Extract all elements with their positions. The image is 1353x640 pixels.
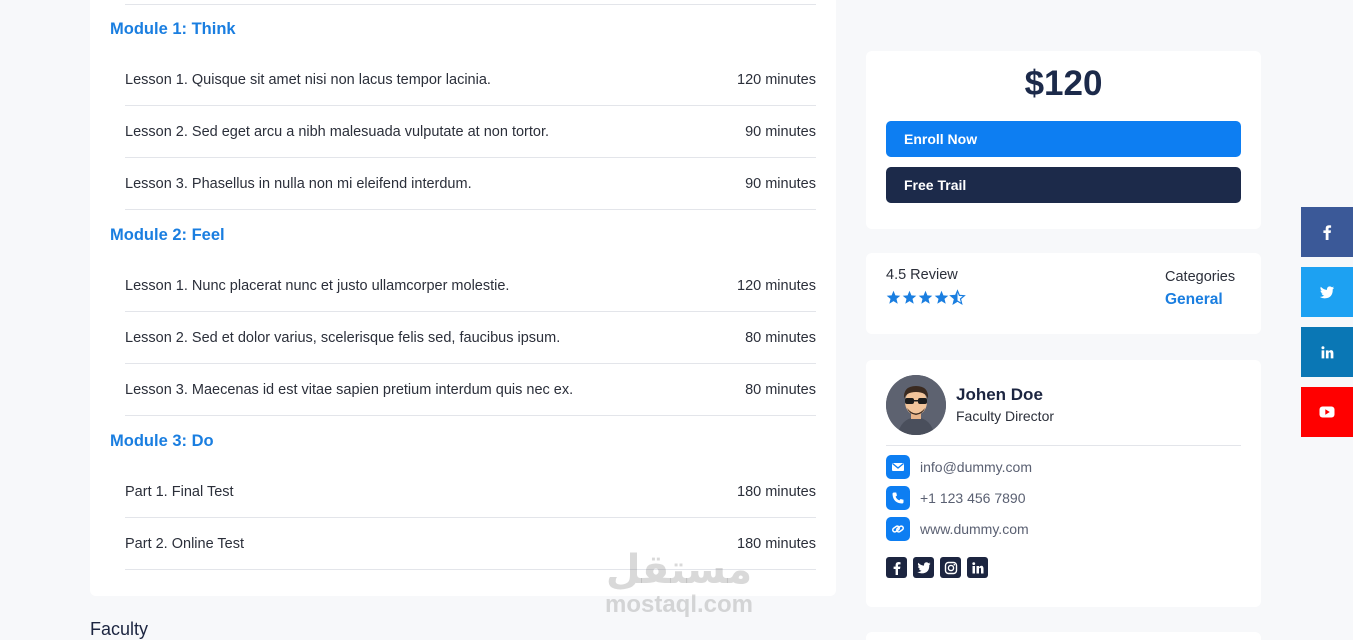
lesson-duration: 90 minutes bbox=[745, 123, 816, 140]
divider bbox=[886, 445, 1241, 446]
categories-label: Categories bbox=[1165, 269, 1236, 285]
lesson-row[interactable]: Lesson 3. Phasellus in nulla non mi elei… bbox=[125, 158, 816, 210]
linkedin-icon bbox=[1320, 345, 1333, 358]
lesson-row[interactable]: Lesson 2. Sed eget arcu a nibh malesuada… bbox=[125, 106, 816, 158]
star-rating bbox=[886, 289, 966, 309]
lesson-label: Lesson 2. Sed eget arcu a nibh malesuada… bbox=[125, 123, 550, 140]
lesson-row[interactable]: Lesson 1. Nunc placerat nunc et justo ul… bbox=[125, 260, 816, 312]
lesson-label: Lesson 3. Phasellus in nulla non mi elei… bbox=[125, 175, 472, 192]
lesson-label: Lesson 1. Quisque sit amet nisi non lacu… bbox=[125, 71, 491, 88]
lesson-duration: 90 minutes bbox=[745, 175, 816, 192]
lesson-duration: 180 minutes bbox=[737, 483, 816, 500]
instructor-social-links bbox=[886, 557, 988, 578]
next-card bbox=[866, 632, 1261, 640]
youtube-icon bbox=[1319, 406, 1335, 418]
share-linkedin-button[interactable] bbox=[1301, 327, 1353, 377]
lesson-duration: 120 minutes bbox=[737, 277, 816, 294]
share-facebook-button[interactable] bbox=[1301, 207, 1353, 257]
instructor-card: Johen Doe Faculty Director info@dummy.co… bbox=[866, 360, 1261, 607]
instructor-role: Faculty Director bbox=[956, 408, 1055, 424]
instagram-icon[interactable] bbox=[940, 557, 961, 578]
category-link[interactable]: General bbox=[1165, 291, 1223, 309]
instructor-name: Johen Doe bbox=[956, 385, 1043, 404]
lesson-label: Lesson 1. Nunc placerat nunc et justo ul… bbox=[125, 277, 510, 294]
watermark: مستقل mostaql.com bbox=[594, 548, 764, 618]
contact-website[interactable]: www.dummy.com bbox=[886, 517, 1029, 541]
pricing-card: $120 Enroll Now Free Trail bbox=[866, 51, 1261, 229]
mail-icon bbox=[886, 455, 910, 479]
faculty-heading: Faculty bbox=[90, 619, 149, 639]
lesson-label: Part 2. Online Test bbox=[125, 535, 245, 552]
lesson-row[interactable]: Lesson 1. Quisque sit amet nisi non lacu… bbox=[125, 54, 816, 106]
lesson-label: Part 1. Final Test bbox=[125, 483, 234, 500]
lesson-row[interactable]: Part 1. Final Test 180 minutes bbox=[125, 466, 816, 518]
facebook-icon bbox=[1323, 225, 1332, 240]
avatar bbox=[886, 375, 946, 435]
link-icon bbox=[886, 517, 910, 541]
review-text: 4.5 Review bbox=[886, 267, 958, 283]
review-card: 4.5 Review Categories General bbox=[866, 253, 1261, 334]
course-price: $120 bbox=[1024, 64, 1103, 103]
watermark-latin: mostaql.com bbox=[604, 591, 754, 618]
twitter-icon[interactable] bbox=[913, 557, 934, 578]
linkedin-icon[interactable] bbox=[967, 557, 988, 578]
lesson-row[interactable]: Lesson 3. Maecenas id est vitae sapien p… bbox=[125, 364, 816, 416]
contact-phone[interactable]: +1 123 456 7890 bbox=[886, 486, 1026, 510]
avatar-icon bbox=[886, 375, 946, 435]
contact-email[interactable]: info@dummy.com bbox=[886, 455, 1032, 479]
twitter-icon bbox=[1319, 285, 1335, 298]
module-title[interactable]: Module 3: Do bbox=[110, 432, 214, 451]
share-youtube-button[interactable] bbox=[1301, 387, 1353, 437]
module-title[interactable]: Module 2: Feel bbox=[110, 226, 225, 245]
lesson-duration: 80 minutes bbox=[745, 381, 816, 398]
facebook-icon[interactable] bbox=[886, 557, 907, 578]
lesson-label: Lesson 2. Sed et dolor varius, scelerisq… bbox=[125, 329, 561, 346]
stars-icon bbox=[886, 290, 965, 305]
divider bbox=[125, 4, 816, 5]
module-title[interactable]: Module 1: Think bbox=[110, 20, 236, 39]
phone-text: +1 123 456 7890 bbox=[920, 490, 1026, 506]
enroll-now-button[interactable]: Enroll Now bbox=[886, 121, 1241, 157]
free-trail-button[interactable]: Free Trail bbox=[886, 167, 1241, 203]
share-twitter-button[interactable] bbox=[1301, 267, 1353, 317]
lesson-label: Lesson 3. Maecenas id est vitae sapien p… bbox=[125, 381, 574, 398]
phone-icon bbox=[886, 486, 910, 510]
curriculum-card: Module 1: Think Lesson 1. Quisque sit am… bbox=[90, 0, 836, 596]
lesson-duration: 80 minutes bbox=[745, 329, 816, 346]
lesson-duration: 120 minutes bbox=[737, 71, 816, 88]
website-text: www.dummy.com bbox=[920, 521, 1029, 537]
lesson-row[interactable]: Lesson 2. Sed et dolor varius, scelerisq… bbox=[125, 312, 816, 364]
email-text: info@dummy.com bbox=[920, 459, 1032, 475]
watermark-arabic: مستقل bbox=[605, 547, 753, 593]
